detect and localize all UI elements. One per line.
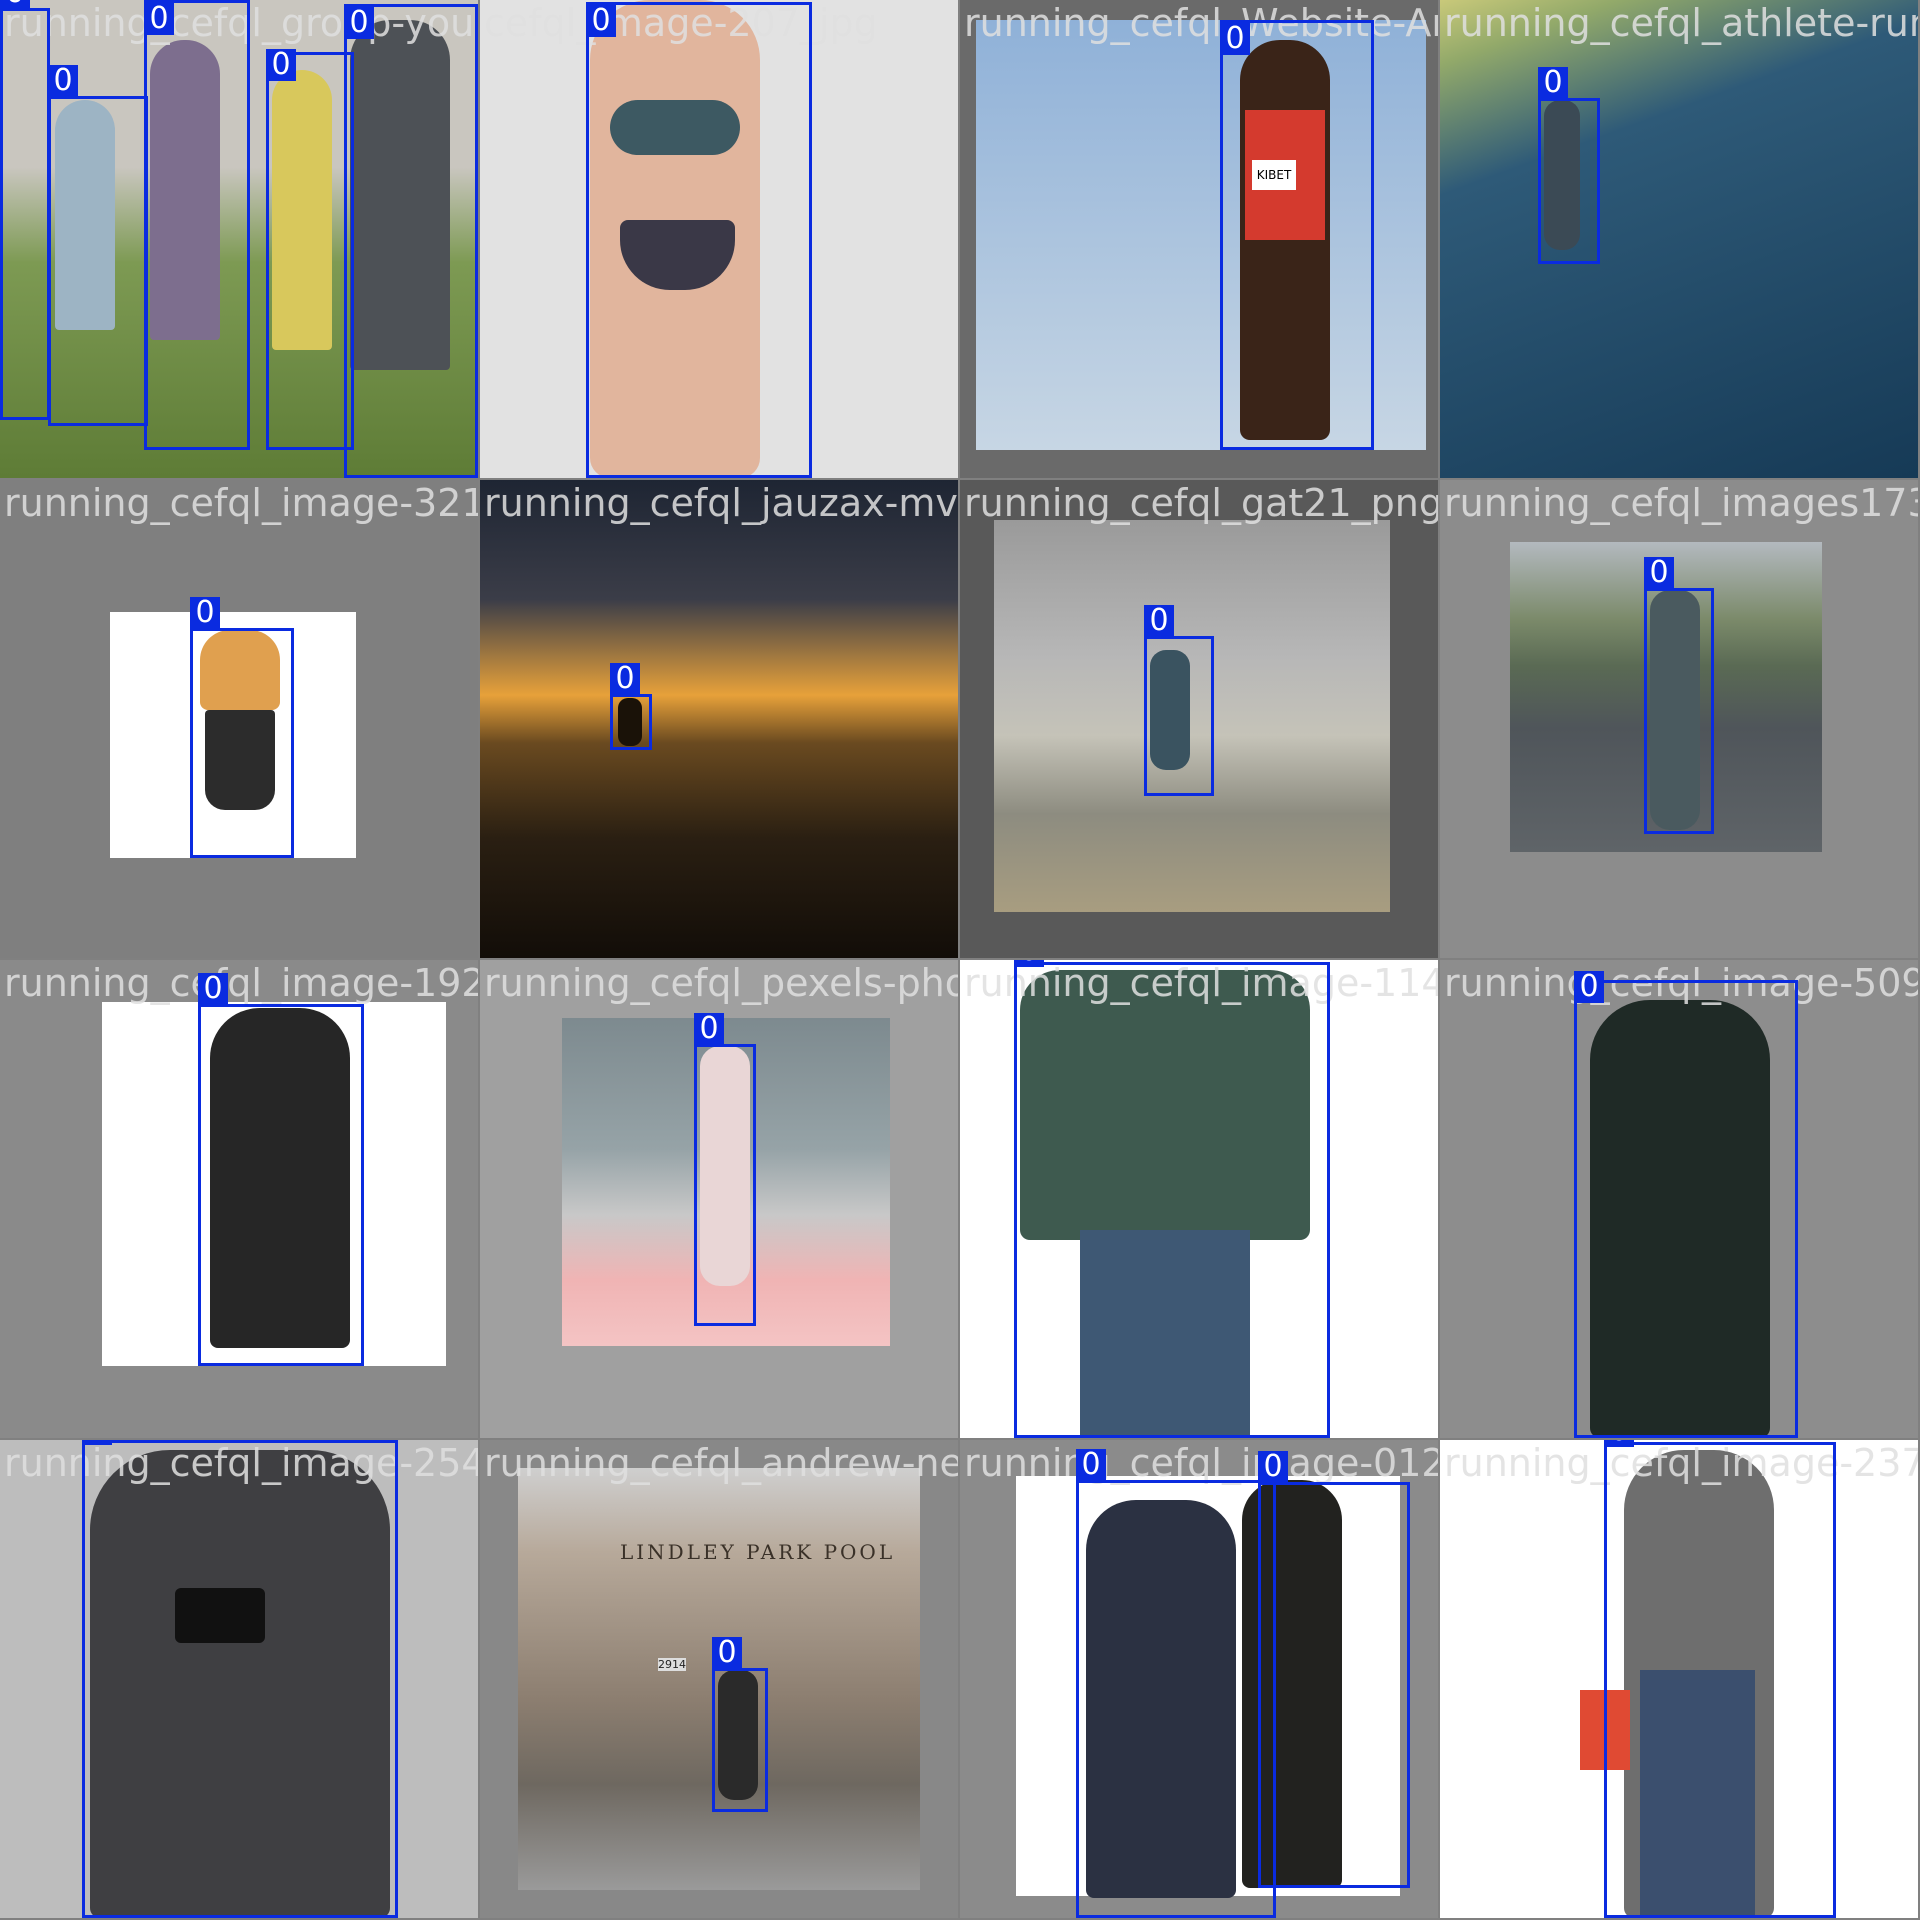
bbox: 0: [694, 1013, 756, 1326]
tile-fisheye-runner: running_cefql_gat21_png 0: [960, 480, 1438, 958]
pool-sign: LINDLEY PARK POOL: [620, 1540, 896, 1564]
bbox: 0: [610, 663, 652, 750]
tile-man-jacket: running_cefql_image-1927_jpg 0: [0, 960, 478, 1438]
bbox: 0: [48, 65, 148, 426]
bbox-class-label: 0: [610, 663, 640, 695]
tile-group-kids: running_cefql_group-young- 0 0 0 0 0: [0, 0, 478, 478]
tile-park-pool: LINDLEY PARK POOL 2914 running_cefql_and…: [480, 1440, 958, 1918]
tile-man-plaid-shirt: running_cefql_image-509_jpg 0: [1440, 960, 1918, 1438]
tile-filename: running_cefql_andrew-neel-4dFikh: [484, 1441, 958, 1485]
tile-filename: running_cefql_pexels-photo-2567038: [484, 961, 958, 1005]
bbox: 0: [0, 0, 50, 420]
tile-filename: running_cefql_athlete-running: [1444, 1, 1918, 45]
bbox: 0: [1014, 960, 1330, 1438]
bbox-class-label: 0: [190, 597, 220, 629]
bbox-class-label: 0: [1014, 960, 1044, 967]
bbox: 0: [198, 973, 364, 1366]
bbox-class-label: 0: [266, 49, 296, 81]
bbox-class-label: 0: [1220, 23, 1250, 55]
tile-filename: running_cefql_gat21_png: [964, 481, 1438, 525]
bbox: 0: [1604, 1440, 1836, 1918]
bbox: 0: [1144, 605, 1214, 796]
tile-filename: running_cefql_jauzax-mvOZKquU0Q: [484, 481, 958, 525]
bbox-class-label: 0: [712, 1637, 742, 1669]
bbox: 0: [82, 1440, 398, 1918]
bbox-class-label: 0: [48, 65, 78, 97]
tile-man-patterned-shirt: running_cefql_image-114_jpg 0: [960, 960, 1438, 1438]
bbox-class-label: 0: [1538, 67, 1568, 99]
bbox-class-label: 0: [1574, 971, 1604, 1003]
bbox: 0: [190, 597, 294, 858]
bbox: 0: [144, 0, 250, 450]
tile-man-tablet: running_cefql_image-2542_jpg 0: [0, 1440, 478, 1918]
bbox-class-label: 0: [198, 973, 228, 1005]
tile-woman-shopping: running_cefql_image-3211_jpg 0: [0, 480, 478, 958]
bbox: 0: [266, 49, 354, 450]
track-surface: [1440, 0, 1918, 478]
detection-mosaic: running_cefql_group-young- 0 0 0 0 0 cef…: [0, 0, 1920, 1920]
bbox: 0: [1538, 67, 1600, 264]
bbox-class-label: 0: [0, 0, 30, 9]
bbox: 0: [712, 1637, 768, 1812]
bbox: 0: [1644, 557, 1714, 834]
door-number: 2914: [658, 1658, 686, 1671]
bbox-class-label: 0: [1258, 1451, 1288, 1483]
bbox-class-label: 0: [694, 1013, 724, 1045]
tile-kenya-runner: KIBET running_cefql_Website-Article-Bann…: [960, 0, 1438, 478]
tile-man-shopping-bag: running_cefql_image-2376_jpg 0: [1440, 1440, 1918, 1918]
bbox-class-label: 0: [1076, 1449, 1106, 1481]
tile-marathon-finish: running_cefql_pexels-photo-2567038 0: [480, 960, 958, 1438]
bbox: 0: [344, 4, 478, 478]
bbox-class-label: 0: [1604, 1440, 1634, 1447]
tile-bikini-model: cefql_image-207_jpg 0: [480, 0, 958, 478]
bbox-class-label: 0: [1144, 605, 1174, 637]
tile-filename: running_cefql_image-1927_jpg: [4, 961, 478, 1005]
bbox: 0: [1574, 971, 1798, 1438]
bbox: 0: [1220, 20, 1374, 450]
bbox: 0: [1076, 1449, 1276, 1918]
tile-track-athlete: running_cefql_athlete-running 0: [1440, 0, 1918, 478]
bbox: 0: [1258, 1451, 1410, 1888]
bbox: 0: [586, 2, 812, 478]
bbox-class-label: 0: [144, 3, 174, 35]
bbox-class-label: 0: [344, 7, 374, 39]
tile-filename: running_cefql_images173_jpg: [1444, 481, 1918, 525]
tile-filename: running_cefql_image-3211_jpg: [4, 481, 478, 525]
tile-business-pair: running_cefql_image-012_jpg 0 0: [960, 1440, 1438, 1918]
bbox-class-label: 0: [82, 1440, 112, 1445]
tile-road-runner: running_cefql_images173_jpg 0: [1440, 480, 1918, 958]
sunset-scene: [480, 480, 958, 958]
bbox-class-label: 0: [1644, 557, 1674, 589]
bbox-class-label: 0: [586, 5, 616, 37]
tile-filename: running_cefql_image-012_jpg: [964, 1441, 1438, 1485]
tile-sunset-beach: running_cefql_jauzax-mvOZKquU0Q 0: [480, 480, 958, 958]
